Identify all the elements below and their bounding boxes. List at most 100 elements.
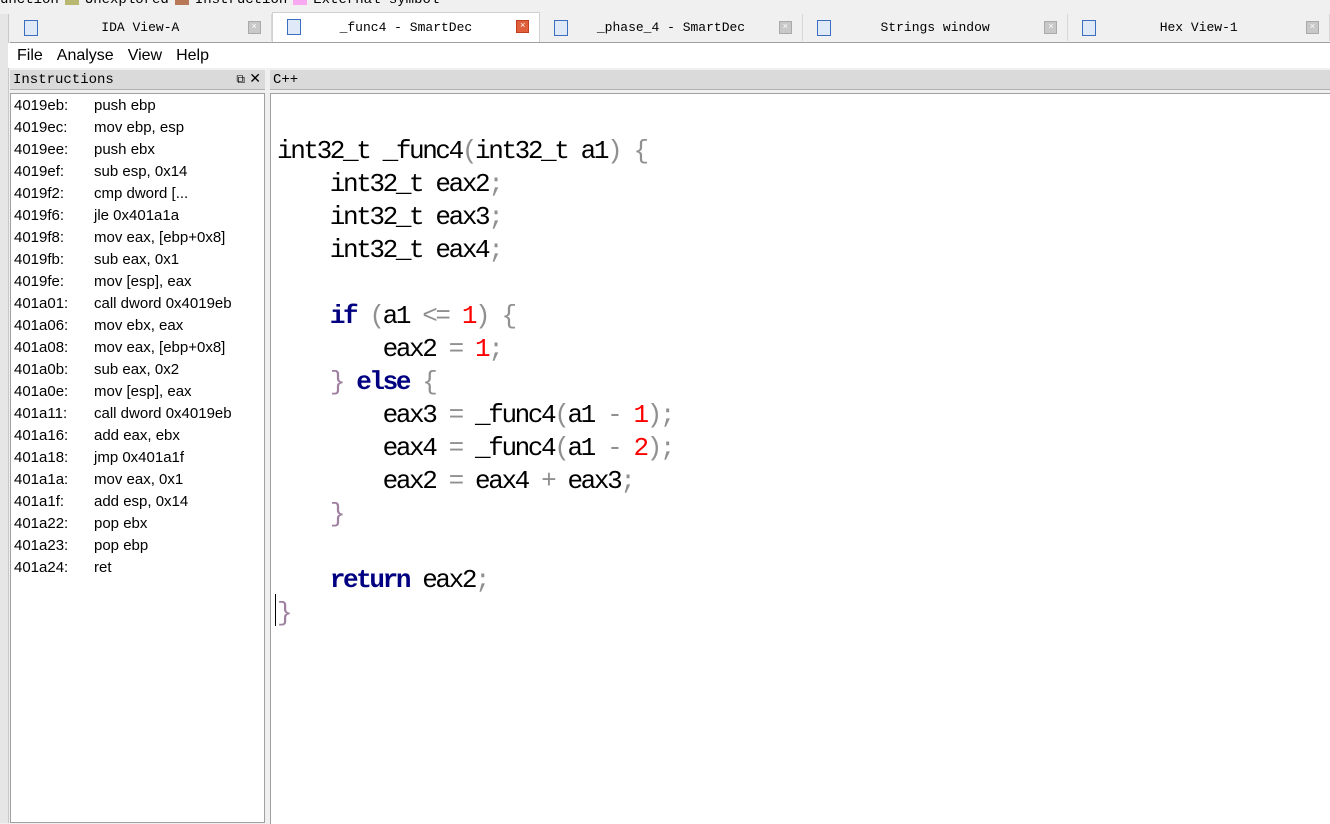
code-punctuation: <= (422, 301, 451, 331)
instruction-address: 401a16: (14, 427, 69, 444)
instruction-text: mov ebp, esp (94, 119, 185, 136)
instruction-row[interactable]: 401a24: ret (14, 557, 112, 579)
instruction-address: 4019ee: (14, 141, 69, 158)
code-line: eax4 = _func4(a1 - 2); (277, 432, 676, 465)
code-text: eax4 (277, 433, 449, 463)
instruction-address: 401a06: (14, 317, 69, 334)
float-panel-icon[interactable]: ⧉ (236, 70, 245, 90)
instruction-text: add esp, 0x14 (94, 493, 189, 510)
instruction-row[interactable]: 4019eb: push ebp (14, 95, 156, 117)
menu-view[interactable]: View (128, 47, 162, 65)
instruction-row[interactable]: 401a0e: mov [esp], eax (14, 381, 192, 403)
code-text: int32_t _func4 (277, 136, 464, 166)
instruction-row[interactable]: 401a22: pop ebx (14, 513, 147, 535)
code-punctuation: } (329, 367, 346, 397)
close-tab-icon[interactable]: × (1306, 21, 1319, 34)
instruction-row[interactable]: 401a23: pop ebp (14, 535, 148, 557)
code-punctuation: ) (646, 400, 663, 430)
close-tab-icon[interactable]: × (516, 20, 530, 33)
instruction-text: mov eax, [ebp+0x8] (94, 339, 226, 356)
instruction-row[interactable]: 4019fb: sub eax, 0x1 (14, 249, 179, 271)
tab-label: _func4 - SmartDec (339, 20, 473, 35)
code-panel-header: C++ (270, 70, 1330, 90)
instruction-text: sub eax, 0x2 (94, 361, 180, 378)
tab-label: _phase_4 - SmartDec (596, 20, 746, 35)
instruction-address: 401a18: (14, 449, 69, 466)
instruction-row[interactable]: 4019ef: sub esp, 0x14 (14, 161, 187, 183)
tab-label: Strings window (880, 20, 990, 35)
code-text: int32_t eax2 (277, 169, 491, 199)
instruction-address: 4019ef: (14, 163, 65, 180)
instruction-row[interactable]: 4019ee: push ebx (14, 139, 155, 161)
instruction-text: call dword 0x4019eb (94, 295, 232, 312)
code-editor[interactable]: int32_t _func4(int32_t a1) { int32_t eax… (270, 93, 1330, 824)
code-punctuation: ) (607, 136, 623, 166)
instruction-text: sub eax, 0x1 (94, 251, 180, 268)
tab-strings-window[interactable]: Strings window × (802, 14, 1069, 41)
instruction-address: 401a01: (14, 295, 69, 312)
instruction-row[interactable]: 4019fe: mov [esp], eax (14, 271, 192, 293)
code-punctuation: ; (620, 466, 636, 496)
instruction-text: push ebx (94, 141, 155, 158)
tab--phase-4-smartdec[interactable]: _phase_4 - SmartDec × (540, 14, 803, 41)
instruction-address: 4019f8: (14, 229, 65, 246)
instruction-address: 4019eb: (14, 97, 69, 114)
code-panel-title: C++ (273, 72, 299, 88)
instruction-text: call dword 0x4019eb (94, 405, 232, 422)
instruction-text: jle 0x401a1a (94, 207, 180, 224)
instruction-row[interactable]: 401a0b: sub eax, 0x2 (14, 359, 179, 381)
instruction-row[interactable]: 4019f6: jle 0x401a1a (14, 205, 179, 227)
close-tab-icon[interactable]: × (247, 21, 261, 34)
instruction-row[interactable]: 4019f8: mov eax, [ebp+0x8] (14, 227, 225, 249)
instruction-row[interactable]: 401a11: call dword 0x4019eb (14, 403, 232, 425)
tab-ida-view-a[interactable]: IDA View-A × (10, 14, 272, 41)
code-text: eax4 (461, 466, 542, 496)
menu-help[interactable]: Help (176, 47, 209, 65)
instruction-row[interactable]: 401a1a: mov eax, 0x1 (14, 469, 183, 491)
instruction-address: 401a11: (14, 405, 68, 422)
tab-hex-view-1[interactable]: Hex View-1 × (1068, 14, 1330, 41)
code-text: int32_t eax3 (277, 202, 491, 232)
instruction-row[interactable]: 401a01: call dword 0x4019eb (14, 293, 232, 315)
instruction-address: 401a08: (14, 339, 69, 356)
instruction-row[interactable]: 401a1f: add esp, 0x14 (14, 491, 188, 513)
instruction-row[interactable]: 401a06: mov ebx, eax (14, 315, 183, 337)
code-line: int32_t eax3; (277, 201, 504, 234)
code-keyword: else (356, 367, 411, 397)
legend-swatch (293, 0, 308, 5)
instruction-row[interactable]: 401a16: add eax, ebx (14, 425, 180, 447)
instruction-row[interactable]: 401a08: mov eax, [ebp+0x8] (14, 337, 225, 359)
instruction-row[interactable]: 4019ec: mov ebp, esp (14, 117, 184, 139)
code-punctuation: ( (369, 301, 385, 331)
close-tab-icon[interactable]: × (1044, 21, 1058, 34)
instruction-row[interactable]: 4019f2: cmp dword [... (14, 183, 188, 205)
tab--func4-smartdec[interactable]: _func4 - SmartDec × (271, 12, 541, 42)
code-keyword: return (329, 565, 412, 595)
instruction-text: mov [esp], eax (94, 383, 192, 400)
code-punctuation: } (277, 598, 293, 628)
code-punctuation: - (607, 433, 623, 463)
code-line: } (277, 597, 293, 630)
instructions-list[interactable]: 4019eb: push ebp 4019ec: mov ebp, esp 4019ee… (10, 93, 265, 823)
code-line: eax3 = _func4(a1 - 1); (277, 399, 676, 432)
code-text: eax2 (409, 565, 477, 595)
instructions-panel-header: Instructions ⧉ ✕ (10, 70, 265, 90)
instruction-address: 4019f2: (14, 185, 65, 202)
code-punctuation: = (448, 433, 465, 463)
menu-analyse[interactable]: Analyse (57, 47, 114, 65)
close-tab-icon[interactable]: × (778, 21, 792, 34)
code-punctuation: ; (475, 565, 491, 595)
close-panel-icon[interactable]: ✕ (249, 70, 261, 90)
instruction-row[interactable]: 401a18: jmp 0x401a1f (14, 447, 184, 469)
code-punctuation: ; (488, 334, 504, 364)
instruction-text: pop ebx (94, 515, 148, 532)
instruction-text: mov eax, [ebp+0x8] (94, 229, 226, 246)
menu-file[interactable]: File (17, 47, 43, 65)
